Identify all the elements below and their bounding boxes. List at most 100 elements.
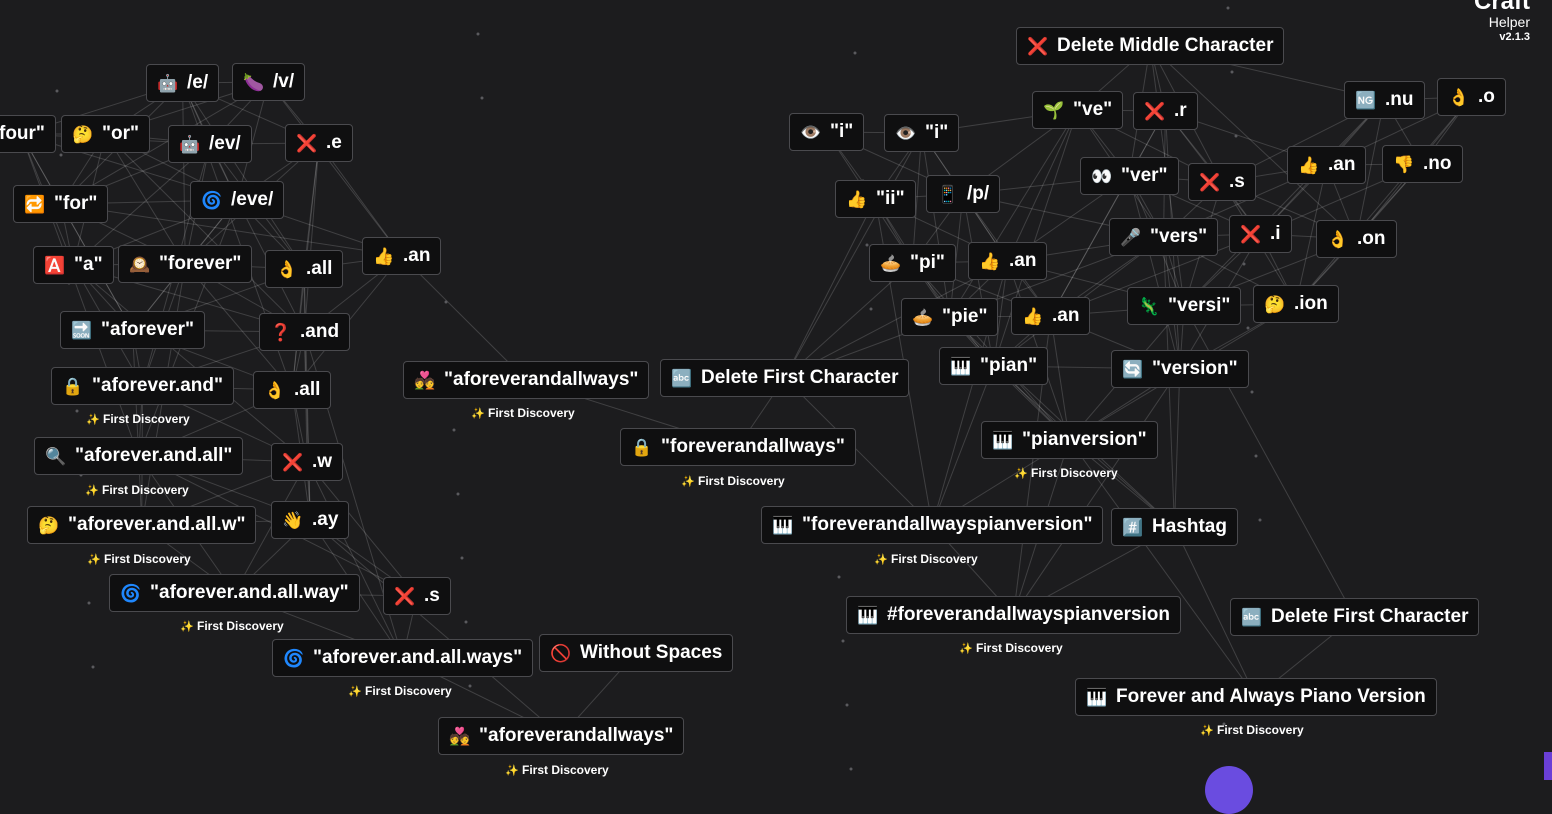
item-delete-first-character-2[interactable]: 🔤Delete First Character	[1230, 598, 1479, 636]
item-foreverandallwayspianversion[interactable]: 🎹"foreverandallwayspianversion"	[761, 506, 1103, 544]
couple-with-heart-icon: 💑	[449, 728, 471, 745]
avatar[interactable]	[1205, 766, 1253, 814]
item-label: Hashtag	[1152, 516, 1227, 538]
item-ver[interactable]: 👀"ver"	[1080, 157, 1179, 195]
first-discovery-label: ✨First Discovery	[86, 412, 189, 426]
item-dot-all-2[interactable]: 👌.all	[253, 371, 331, 409]
item-dot-r[interactable]: ❌.r	[1133, 92, 1198, 130]
item-ii[interactable]: 👍"ii"	[835, 180, 916, 218]
item-label: "forever"	[159, 253, 241, 275]
item-label: .o	[1478, 86, 1495, 108]
item-dot-and[interactable]: ❓.and	[259, 313, 350, 351]
item-dot-an[interactable]: 👍.an	[362, 237, 441, 275]
item-aforever[interactable]: 🔜"aforever"	[60, 311, 205, 349]
item-aforever-and-all-ways[interactable]: 🌀 "aforever.and.all.ways"	[272, 639, 533, 677]
item-dot-no[interactable]: 👎.no	[1382, 145, 1463, 183]
item-i-2[interactable]: 👁️"i"	[884, 114, 959, 152]
item-ev-sound[interactable]: 🤖/ev/	[168, 125, 252, 163]
item-dot-e[interactable]: ❌.e	[285, 124, 353, 162]
item-dot-an-3[interactable]: 👍.an	[968, 242, 1047, 280]
item-vers[interactable]: 🎤"vers"	[1109, 218, 1218, 256]
a-button-icon: 🅰️	[44, 257, 66, 274]
item-dot-ion[interactable]: 🤔.ion	[1253, 285, 1339, 323]
item-label: .all	[294, 379, 320, 401]
cyclone-icon: 🌀	[283, 650, 305, 667]
item-forever-and-always-piano-version[interactable]: 🎹Forever and Always Piano Version	[1075, 678, 1437, 716]
item-label: Delete First Character	[1271, 606, 1468, 628]
item-label: /p/	[967, 183, 989, 205]
cyclone-icon: 🌀	[201, 192, 223, 209]
cross-mark-icon: ❌	[1199, 174, 1221, 191]
first-discovery-label: ✨First Discovery	[471, 406, 574, 420]
brand-subtitle: Helper	[1474, 15, 1530, 29]
item-dot-nu[interactable]: 🆖.nu	[1344, 81, 1425, 119]
item-versi[interactable]: 🦎"versi"	[1127, 287, 1241, 325]
item-dot-i[interactable]: ❌.i	[1229, 215, 1292, 253]
ok-hand-icon: 👌	[276, 261, 298, 278]
robot-icon: 🤖	[157, 75, 179, 92]
eggplant-icon: 🍆	[243, 74, 265, 91]
couple-with-heart-icon: 💑	[414, 372, 436, 389]
item-foreverandallways[interactable]: 🔒"foreverandallways"	[620, 428, 856, 466]
item-dot-on[interactable]: 👌.on	[1316, 220, 1397, 258]
item-four[interactable]: four"	[0, 115, 56, 153]
item-ve[interactable]: 🌱"ve"	[1032, 91, 1123, 129]
thumbs-up-icon: 👍	[1298, 157, 1320, 174]
item-label: .an	[1328, 154, 1355, 176]
item-p-sound[interactable]: 📱/p/	[926, 175, 1000, 213]
item-pie[interactable]: 🥧"pie"	[901, 298, 998, 336]
item-for[interactable]: 🔁"for"	[13, 185, 108, 223]
item-label: "i"	[925, 122, 948, 144]
piano-keys-icon: 🎹	[992, 432, 1014, 449]
item-pianversion[interactable]: 🎹"pianversion"	[981, 421, 1158, 459]
item-dot-w[interactable]: ❌.w	[271, 443, 343, 481]
item-label: .an	[1052, 305, 1079, 327]
thumbs-down-icon: 👎	[1393, 156, 1415, 173]
item-pian[interactable]: 🎹"pian"	[939, 347, 1048, 385]
item-label: "aforever.and.all.ways"	[313, 647, 522, 669]
piano-keys-icon: 🎹	[950, 358, 972, 375]
item-aforeverandallways-2[interactable]: 💑"aforeverandallways"	[438, 717, 684, 755]
item-hashtag[interactable]: #️⃣Hashtag	[1111, 508, 1238, 546]
item-aforever-and-all[interactable]: 🔍"aforever.and.all"	[34, 437, 243, 475]
item-aforever-and[interactable]: 🔒"aforever.and"	[51, 367, 234, 405]
item-dot-o[interactable]: 👌.o	[1437, 78, 1506, 116]
cross-mark-icon: ❌	[394, 588, 416, 605]
item-dot-ay[interactable]: 👋.ay	[271, 501, 349, 539]
item-pi[interactable]: 🥧"pi"	[869, 244, 956, 282]
item-label: "ver"	[1121, 165, 1168, 187]
item-dot-all[interactable]: 👌.all	[265, 250, 343, 288]
item-delete-first-character[interactable]: 🔤Delete First Character	[660, 359, 909, 397]
first-discovery-label: ✨First Discovery	[180, 619, 283, 633]
item-dot-an-4[interactable]: 👍.an	[1011, 297, 1090, 335]
item-i[interactable]: 👁️"i"	[789, 113, 864, 151]
item-label: "for"	[54, 193, 97, 215]
item-aforeverandallways[interactable]: 💑"aforeverandallways"	[403, 361, 649, 399]
item-v-sound[interactable]: 🍆/v/	[232, 63, 305, 101]
item-delete-middle-character[interactable]: ❌Delete Middle Character	[1016, 27, 1284, 65]
item-hashtag-foreverandallwayspianversion[interactable]: 🎹#foreverandallwayspianversion	[846, 596, 1181, 634]
scroll-indicator[interactable]	[1544, 752, 1552, 780]
ok-hand-icon: 👌	[1327, 231, 1349, 248]
item-aforever-and-all-way[interactable]: 🌀"aforever.and.all.way"	[109, 574, 360, 612]
first-discovery-label: ✨First Discovery	[85, 483, 188, 497]
thumbs-up-icon: 👍	[373, 248, 395, 265]
first-discovery-label: ✨First Discovery	[681, 474, 784, 488]
item-dot-an-2[interactable]: 👍 .an	[1287, 146, 1366, 184]
item-without-spaces[interactable]: 🚫Without Spaces	[539, 634, 733, 672]
item-forever[interactable]: 🕰️"forever"	[118, 245, 252, 283]
item-or[interactable]: 🤔"or"	[61, 115, 150, 153]
item-a[interactable]: 🅰️"a"	[33, 246, 114, 284]
item-version[interactable]: 🔄"version"	[1111, 350, 1249, 388]
item-dot-s-2[interactable]: ❌.s	[1188, 163, 1256, 201]
pie-icon: 🥧	[880, 255, 902, 272]
item-label: four"	[0, 123, 45, 145]
brand-title: Craft	[1474, 0, 1530, 14]
item-aforever-and-all-w[interactable]: 🤔"aforever.and.all.w"	[27, 506, 256, 544]
item-dot-s[interactable]: ❌.s	[383, 577, 451, 615]
item-e-sound[interactable]: 🤖/e/	[146, 64, 219, 102]
item-eve-sound[interactable]: 🌀/eve/	[190, 181, 284, 219]
first-discovery-label: ✨First Discovery	[959, 641, 1062, 655]
item-label: .an	[1009, 250, 1036, 272]
lock-icon: 🔒	[62, 378, 84, 395]
